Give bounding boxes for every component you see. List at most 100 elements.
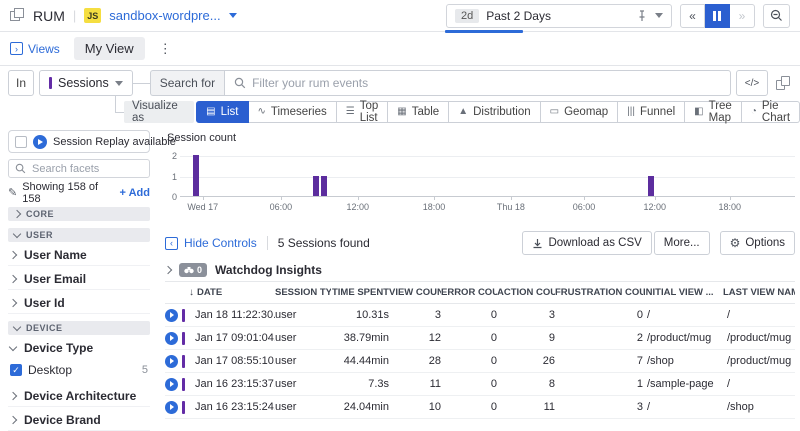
x-axis-label: 12:00: [644, 202, 667, 212]
watchdog-insights-row[interactable]: 0 Watchdog Insights: [165, 262, 795, 282]
copy-icon[interactable]: [776, 76, 790, 90]
viz-option-table[interactable]: ▦Table: [388, 101, 449, 123]
session-type-indicator: [182, 378, 185, 391]
viz-option-list[interactable]: ▤List: [196, 101, 248, 123]
session-bar[interactable]: [648, 176, 654, 197]
facet-summary-row: ✎ Showing 158 of 158 + Add: [8, 185, 150, 200]
session-replay-filter[interactable]: Session Replay available: [8, 130, 150, 153]
pencil-icon[interactable]: ✎: [8, 186, 17, 199]
session-replay-checkbox[interactable]: [15, 136, 27, 148]
app-title: RUM: [33, 8, 65, 24]
replay-play-icon[interactable]: [165, 355, 178, 368]
replay-play-icon[interactable]: [165, 309, 178, 322]
service-selector[interactable]: sandbox-wordpre...: [109, 8, 220, 23]
facet-device-brand[interactable]: Device Brand: [8, 409, 150, 431]
x-axis-label: Wed 17: [187, 202, 218, 212]
column-header-time-spent[interactable]: TIME SPENT: [331, 287, 389, 298]
scope-selector[interactable]: Sessions: [39, 70, 133, 96]
facet-user-name[interactable]: User Name: [8, 244, 150, 266]
facet-label: User Id: [24, 296, 65, 310]
add-facet-button[interactable]: + Add: [120, 187, 150, 199]
cell-time-spent: 7.3s: [331, 378, 389, 390]
zoom-out-icon: [770, 9, 783, 22]
facet-user-id[interactable]: User Id: [8, 292, 150, 314]
facet-section-user[interactable]: USER: [8, 228, 150, 242]
chevron-down-icon: [9, 342, 17, 350]
time-range-selector[interactable]: 2d Past 2 Days: [446, 4, 672, 28]
facet-section-core[interactable]: CORE: [8, 207, 150, 221]
table-row[interactable]: Jan 18 11:22:30.179user10.31s3030//: [165, 304, 795, 327]
cell-view-count: 11: [389, 378, 441, 390]
x-axis-tick: [434, 197, 435, 200]
time-forward-button[interactable]: »: [730, 4, 755, 28]
viz-option-pie-chart[interactable]: ◔Pie Chart: [742, 101, 800, 123]
distribution-icon: ▲: [458, 107, 468, 117]
facet-device-architecture[interactable]: Device Architecture: [8, 385, 150, 407]
kebab-menu-icon[interactable]: ⋮: [159, 41, 172, 57]
options-button[interactable]: ⚙ Options: [720, 231, 795, 255]
viz-option-geomap[interactable]: ▭Geomap: [541, 101, 619, 123]
replay-play-icon[interactable]: [165, 332, 178, 345]
column-header-initial-view-[interactable]: INITIAL VIEW ...: [643, 287, 723, 298]
column-header-session-type[interactable]: SESSION TYPE: [275, 287, 331, 298]
row-controls: [165, 309, 189, 322]
cell-last-view-name: /product/mug: [723, 332, 795, 344]
time-back-button[interactable]: «: [680, 4, 705, 28]
column-header-last-view-name[interactable]: LAST VIEW NAME: [723, 287, 795, 298]
x-axis-tick: [511, 197, 512, 200]
pin-icon[interactable]: [636, 10, 648, 22]
tab-my-view[interactable]: My View: [74, 37, 145, 60]
viz-option-top-list[interactable]: ☰Top List: [337, 101, 389, 123]
more-button[interactable]: More...: [654, 231, 710, 255]
facet-device-type[interactable]: Device Type: [8, 337, 150, 359]
facet-search-placeholder: Search facets: [32, 163, 99, 175]
table-row[interactable]: Jan 17 09:01:04.139user38.79min12092/pro…: [165, 327, 795, 350]
viz-option-funnel[interactable]: |||Funnel: [618, 101, 685, 123]
geomap-icon: ▭: [550, 107, 559, 117]
facet-value-checkbox[interactable]: ✓: [10, 364, 22, 376]
column-header-view-count[interactable]: VIEW COUNT: [389, 287, 441, 298]
cell-view-count: 28: [389, 355, 441, 367]
sort-desc-icon[interactable]: ↓: [189, 287, 194, 298]
replay-play-icon[interactable]: [165, 378, 178, 391]
viz-option-tree-map[interactable]: ◧Tree Map: [685, 101, 742, 123]
session-bar[interactable]: [313, 176, 319, 197]
chevron-down-icon[interactable]: [229, 13, 237, 18]
column-header-error-count[interactable]: ERROR COUNT: [441, 287, 497, 298]
facet-section-device[interactable]: DEVICE: [8, 321, 150, 335]
scope-label: Sessions: [58, 76, 109, 90]
facet-user-email[interactable]: User Email: [8, 268, 150, 290]
session-bar[interactable]: [193, 155, 199, 196]
cell-error-count: 0: [441, 378, 497, 390]
table-row[interactable]: Jan 16 23:15:37.163user7.3s11081/sample-…: [165, 373, 795, 396]
viz-option-distribution[interactable]: ▲Distribution: [449, 101, 540, 123]
js-source-badge: JS: [84, 8, 101, 23]
search-input[interactable]: Filter your rum events: [224, 70, 731, 96]
hide-controls-button[interactable]: ‹ Hide Controls: [165, 236, 257, 250]
column-header-date[interactable]: ↓DATE: [189, 287, 275, 298]
download-csv-button[interactable]: Download as CSV: [522, 231, 651, 255]
binoculars-icon: [184, 266, 194, 274]
column-header-frustration-count[interactable]: FRUSTRATION COUNT: [555, 287, 643, 298]
cell-session-type: user: [275, 401, 331, 413]
facet-search-input[interactable]: Search facets: [8, 159, 150, 178]
table-row[interactable]: Jan 17 08:55:10.112user44.44min280267/sh…: [165, 350, 795, 373]
x-axis-tick: [281, 197, 282, 200]
cell-error-count: 0: [441, 332, 497, 344]
column-header-action-count[interactable]: ACTION COUNT: [497, 287, 555, 298]
replay-play-icon[interactable]: [165, 401, 178, 414]
play-icon: [33, 135, 47, 149]
zoom-out-button[interactable]: [763, 4, 790, 28]
pause-button[interactable]: [705, 4, 730, 28]
code-view-button[interactable]: </>: [736, 70, 768, 96]
views-button[interactable]: › Views: [10, 42, 60, 56]
chevron-down-icon[interactable]: [655, 13, 663, 18]
viz-option-timeseries[interactable]: ∿Timeseries: [249, 101, 337, 123]
chevron-right-icon: [9, 415, 17, 423]
session-type-indicator: [182, 309, 185, 322]
top-bar: RUM | JS sandbox-wordpre... 2d Past 2 Da…: [0, 0, 800, 32]
session-bar[interactable]: [321, 176, 327, 197]
header-scroll-indicator[interactable]: [445, 30, 523, 33]
facet-value-desktop[interactable]: ✓Desktop5: [8, 361, 150, 379]
chart-plot-area[interactable]: 210Wed 1706:0012:0018:00Thu 1806:0012:00…: [180, 156, 795, 197]
